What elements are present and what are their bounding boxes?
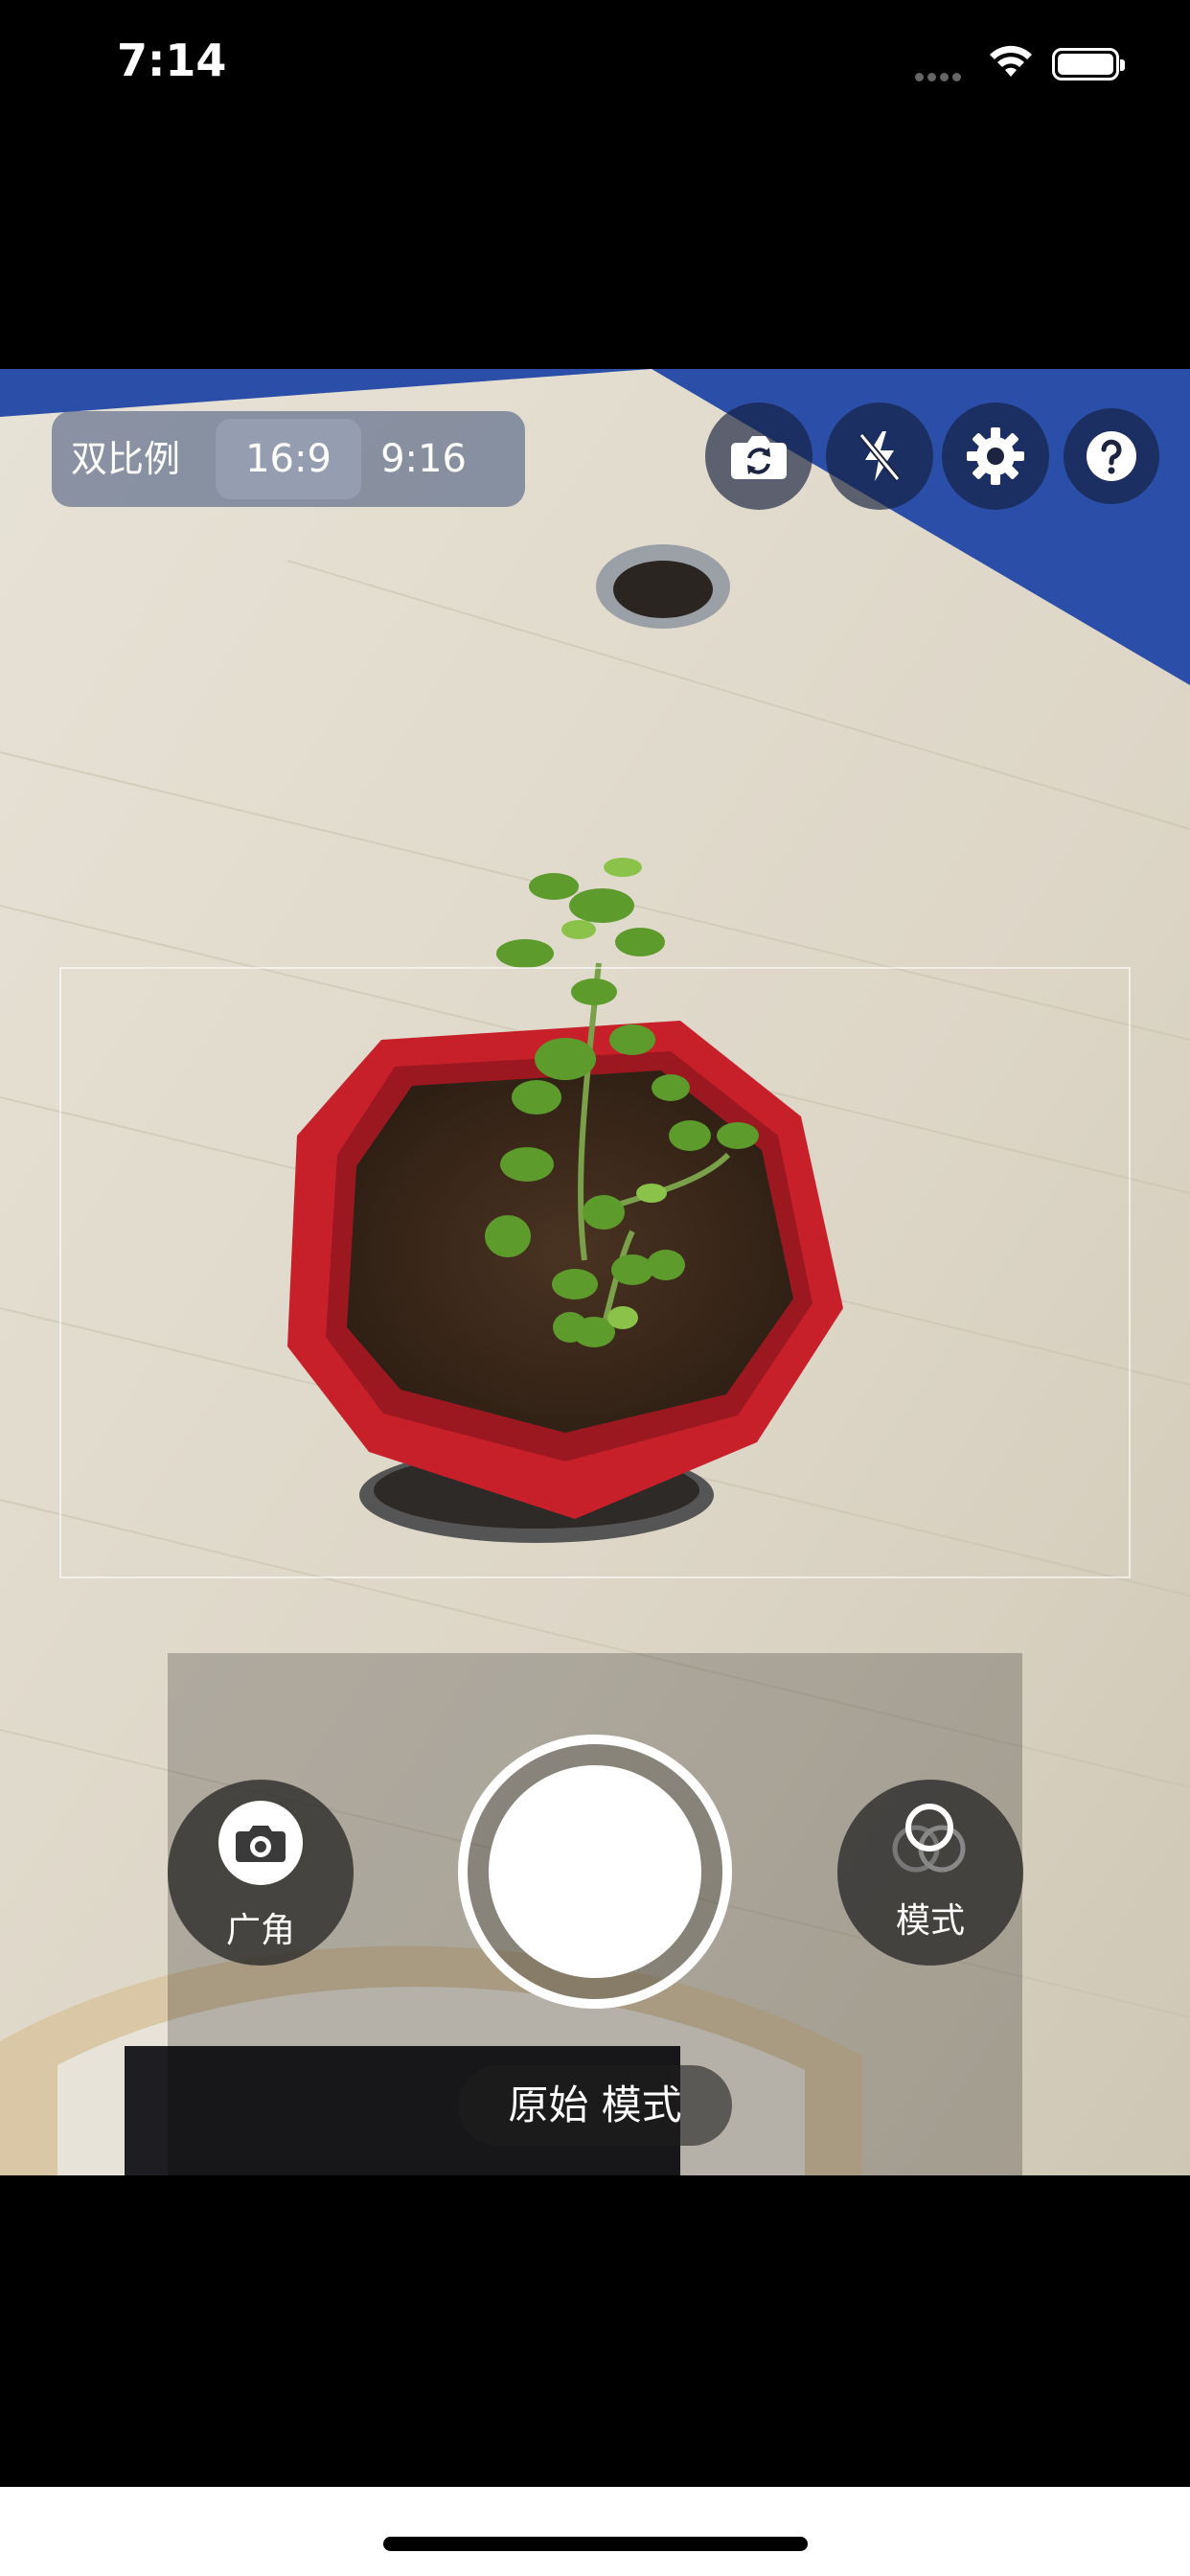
status-bar: 7:14 (0, 0, 1190, 134)
camera-viewfinder[interactable]: 双比例 16:9 9:16 广角 模式 原始 模式 (0, 369, 1190, 2175)
settings-button[interactable] (942, 402, 1049, 510)
flash-off-icon (858, 431, 901, 482)
wifi-icon (990, 45, 1032, 77)
wide-angle-label: 广角 (225, 1911, 295, 1950)
shutter-button-inner (489, 1765, 701, 1978)
status-time: 7:14 (117, 34, 227, 86)
ratio-option-9-16[interactable]: 9:16 (351, 419, 496, 499)
mode-label: 模式 (895, 1901, 965, 1941)
mode-button[interactable]: 模式 (837, 1780, 1023, 1966)
home-indicator[interactable] (383, 2537, 808, 2551)
switch-camera-button[interactable] (705, 402, 812, 510)
crop-frame-guide (59, 967, 1131, 1578)
battery-icon (1052, 48, 1125, 80)
wide-angle-button[interactable]: 广角 (168, 1780, 354, 1966)
shutter-button[interactable] (458, 1735, 732, 2009)
settings-icon (967, 427, 1024, 485)
help-icon (1087, 431, 1136, 481)
ratio-option-16-9[interactable]: 16:9 (216, 419, 361, 499)
flash-toggle-button[interactable] (826, 402, 933, 510)
dual-ratio-label: 双比例 (71, 438, 181, 480)
mode-circles-icon (892, 1804, 966, 1873)
ratio-selector: 双比例 16:9 9:16 (52, 411, 525, 507)
current-mode-label[interactable]: 原始 模式 (458, 2065, 732, 2146)
help-button[interactable] (1064, 408, 1159, 504)
camera-icon (218, 1801, 303, 1885)
switch-camera-icon (731, 436, 787, 479)
home-indicator-area (0, 2487, 1190, 2576)
cellular-signal-icon (915, 67, 965, 85)
